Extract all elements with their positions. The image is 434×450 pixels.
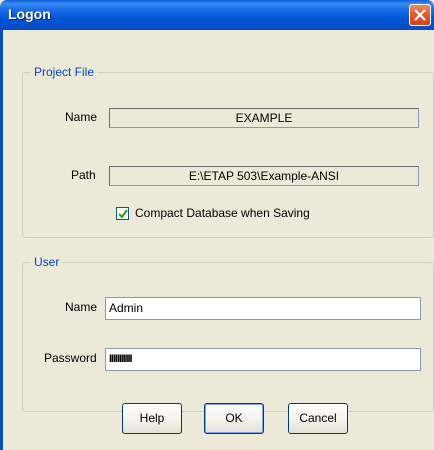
project-file-group: Project File Name EXAMPLE Path E:\ETAP 5… — [22, 65, 434, 238]
user-legend: User — [31, 255, 63, 269]
compact-database-label[interactable]: Compact Database when Saving — [135, 206, 310, 220]
project-file-legend: Project File — [31, 65, 98, 79]
checkmark-icon — [118, 209, 128, 219]
close-icon — [414, 9, 426, 21]
compact-database-checkbox[interactable] — [116, 207, 129, 220]
dialog-body: Project File Name EXAMPLE Path E:\ETAP 5… — [0, 30, 434, 450]
user-name-label: Name — [65, 300, 98, 314]
help-button[interactable]: Help — [122, 403, 182, 434]
title-bar[interactable]: Logon — [0, 0, 434, 30]
project-name-field: EXAMPLE — [109, 108, 419, 128]
window-title: Logon — [8, 6, 51, 22]
cancel-button[interactable]: Cancel — [288, 403, 348, 434]
password-label: Password — [44, 351, 97, 365]
close-button[interactable] — [409, 4, 431, 26]
user-name-input[interactable]: Admin — [105, 297, 421, 320]
user-group: User Name Admin Password IIIIIIIIIII — [22, 255, 434, 412]
password-input[interactable]: IIIIIIIIIII — [105, 348, 421, 371]
project-path-label: Path — [71, 168, 96, 182]
project-name-label: Name — [65, 110, 98, 124]
ok-button[interactable]: OK — [204, 403, 264, 434]
project-path-field: E:\ETAP 503\Example-ANSI — [109, 166, 419, 186]
